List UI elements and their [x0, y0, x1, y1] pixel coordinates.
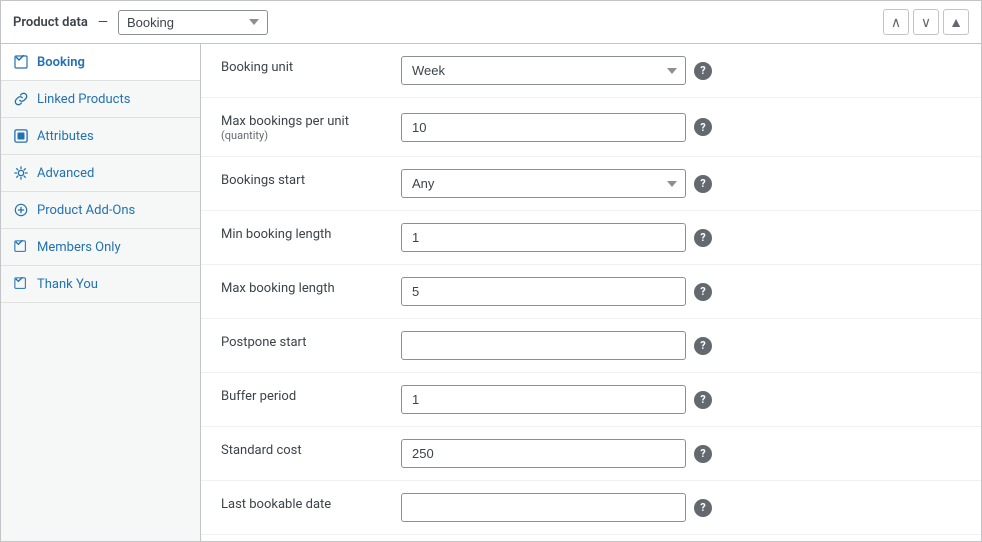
- collapse-up-button[interactable]: ∧: [883, 9, 909, 35]
- field-row: ?: [401, 113, 961, 142]
- header-right: ∧ ∨ ▲: [883, 9, 969, 35]
- field-cell-max-booking-length: ?: [401, 265, 981, 319]
- field-label-standard-cost: Standard cost: [201, 427, 401, 481]
- attributes-icon: [13, 128, 29, 144]
- field-cell-standard-cost: ?: [401, 427, 981, 481]
- sidebar-thank-you-label: Thank You: [37, 277, 98, 292]
- advanced-icon: [13, 165, 29, 181]
- field-row: ?: [401, 493, 961, 522]
- field-cell-max-bookings: ?: [401, 98, 981, 157]
- collapse-down-button[interactable]: ∨: [913, 9, 939, 35]
- field-label-min-booking-length: Min booking length: [201, 211, 401, 265]
- sidebar-item-attributes[interactable]: Attributes: [1, 118, 200, 155]
- max-booking-length-help-icon[interactable]: ?: [694, 283, 712, 301]
- form-content: Booking unit Week Day Hour Custom ?: [201, 44, 981, 541]
- last-bookable-date-help-icon[interactable]: ?: [694, 499, 712, 517]
- table-row: Max bookings per unit (quantity) ?: [201, 98, 981, 157]
- table-row: Standard cost ?: [201, 427, 981, 481]
- bookings-start-select[interactable]: Any Now Custom: [401, 169, 686, 198]
- table-row: Postpone start ?: [201, 319, 981, 373]
- field-label-buffer-period: Buffer period: [201, 373, 401, 427]
- buffer-period-help-icon[interactable]: ?: [694, 391, 712, 409]
- field-row: ?: [401, 439, 961, 468]
- field-row: ?: [401, 223, 961, 252]
- field-row: ?: [401, 385, 961, 414]
- sidebar-attributes-label: Attributes: [37, 129, 94, 144]
- thank-you-icon: [13, 276, 29, 292]
- product-data-panel: Product data — Booking Simple product Va…: [0, 0, 982, 542]
- field-cell-bookings-start: Any Now Custom ?: [401, 157, 981, 211]
- min-booking-length-input[interactable]: [401, 223, 686, 252]
- product-type-select[interactable]: Booking Simple product Variable product …: [118, 10, 268, 35]
- sidebar-item-product-add-ons[interactable]: Product Add-Ons: [1, 192, 200, 229]
- postpone-start-input[interactable]: [401, 331, 686, 360]
- field-label-postpone-start: Postpone start: [201, 319, 401, 373]
- max-booking-length-input[interactable]: [401, 277, 686, 306]
- field-label-max-booking-length: Max booking length: [201, 265, 401, 319]
- sidebar: Booking Linked Products: [1, 44, 201, 541]
- field-row: ?: [401, 277, 961, 306]
- max-bookings-input[interactable]: [401, 113, 686, 142]
- field-label-booking-unit: Booking unit: [201, 44, 401, 98]
- standard-cost-help-icon[interactable]: ?: [694, 445, 712, 463]
- members-only-icon: [13, 239, 29, 255]
- sidebar-members-only-label: Members Only: [37, 240, 121, 255]
- field-label-max-bookings: Max bookings per unit (quantity): [201, 98, 401, 157]
- panel-header: Product data — Booking Simple product Va…: [1, 1, 981, 44]
- table-row: Bookings start Any Now Custom ?: [201, 157, 981, 211]
- bookings-start-help-icon[interactable]: ?: [694, 175, 712, 193]
- max-bookings-help-icon[interactable]: ?: [694, 118, 712, 136]
- buffer-period-input[interactable]: [401, 385, 686, 414]
- booking-unit-select[interactable]: Week Day Hour Custom: [401, 56, 686, 85]
- sidebar-item-linked-products[interactable]: Linked Products: [1, 81, 200, 118]
- form-table: Booking unit Week Day Hour Custom ?: [201, 44, 981, 535]
- field-cell-min-booking-length: ?: [401, 211, 981, 265]
- last-bookable-date-input[interactable]: [401, 493, 686, 522]
- field-cell-booking-unit: Week Day Hour Custom ?: [401, 44, 981, 98]
- table-row: Min booking length ?: [201, 211, 981, 265]
- standard-cost-input[interactable]: [401, 439, 686, 468]
- sidebar-linked-products-label: Linked Products: [37, 92, 130, 107]
- min-booking-length-help-icon[interactable]: ?: [694, 229, 712, 247]
- sidebar-advanced-label: Advanced: [37, 166, 94, 181]
- sidebar-item-members-only[interactable]: Members Only: [1, 229, 200, 266]
- booking-icon: [13, 54, 29, 70]
- field-cell-buffer-period: ?: [401, 373, 981, 427]
- expand-button[interactable]: ▲: [943, 9, 969, 35]
- panel-body: Booking Linked Products: [1, 44, 981, 541]
- field-row: ?: [401, 331, 961, 360]
- table-row: Buffer period ?: [201, 373, 981, 427]
- field-label-bookings-start: Bookings start: [201, 157, 401, 211]
- table-row: Booking unit Week Day Hour Custom ?: [201, 44, 981, 98]
- product-add-ons-icon: [13, 202, 29, 218]
- sidebar-item-advanced[interactable]: Advanced: [1, 155, 200, 192]
- postpone-start-help-icon[interactable]: ?: [694, 337, 712, 355]
- table-row: Last bookable date ?: [201, 481, 981, 535]
- sidebar-product-add-ons-label: Product Add-Ons: [37, 203, 135, 218]
- sidebar-item-booking[interactable]: Booking: [1, 44, 200, 81]
- sidebar-booking-label: Booking: [37, 55, 85, 70]
- sidebar-item-thank-you[interactable]: Thank You: [1, 266, 200, 303]
- field-cell-postpone-start: ?: [401, 319, 981, 373]
- field-label-last-bookable-date: Last bookable date: [201, 481, 401, 535]
- panel-title: Product data: [13, 15, 88, 30]
- field-cell-last-bookable-date: ?: [401, 481, 981, 535]
- booking-unit-help-icon[interactable]: ?: [694, 62, 712, 80]
- field-row: Week Day Hour Custom ?: [401, 56, 961, 85]
- header-left: Product data — Booking Simple product Va…: [13, 10, 268, 35]
- field-row: Any Now Custom ?: [401, 169, 961, 198]
- header-dash: —: [98, 15, 108, 30]
- table-row: Max booking length ?: [201, 265, 981, 319]
- linked-products-icon: [13, 91, 29, 107]
